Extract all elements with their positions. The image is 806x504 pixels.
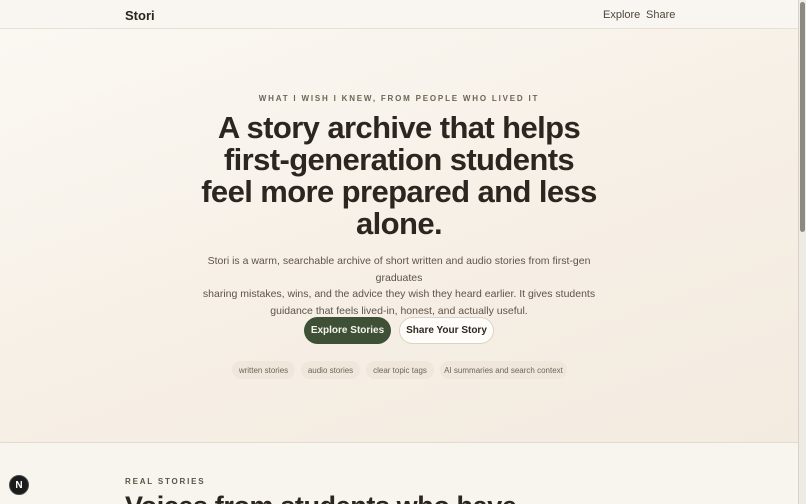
tag-ai-summaries: AI summaries and search context: [440, 361, 567, 379]
tag-written-stories: written stories: [232, 361, 295, 379]
section-title: Voices from students who have: [125, 491, 517, 504]
share-your-story-button[interactable]: Share Your Story: [399, 317, 494, 344]
tag-audio-stories: audio stories: [301, 361, 360, 379]
next-logo-icon: N: [15, 479, 23, 491]
description-line: sharing mistakes, wins, and the advice t…: [202, 288, 596, 300]
hero-description: Stori is a warm, searchable archive of s…: [192, 253, 606, 319]
page: Stori Explore Share WHAT I WISH I KNEW, …: [0, 0, 798, 504]
description-line: guidance that feels lived-in, honest, an…: [270, 304, 528, 317]
headline-line: first-generation students: [223, 142, 575, 177]
page-scrollbar[interactable]: [798, 0, 806, 504]
explore-stories-button[interactable]: Explore Stories: [304, 317, 391, 344]
section-eyebrow: REAL STORIES: [125, 477, 206, 486]
next-devtools-badge[interactable]: N: [9, 475, 29, 495]
headline-line: feel more prepared and less: [201, 174, 597, 209]
nav-link-explore[interactable]: Explore: [603, 9, 640, 21]
headline-line: A story archive that helps: [217, 110, 581, 145]
nav-link-share[interactable]: Share: [646, 9, 675, 21]
brand-logo[interactable]: Stori: [125, 8, 155, 23]
scrollbar-thumb[interactable]: [800, 2, 805, 232]
top-nav: Stori Explore Share: [0, 0, 798, 29]
description-line: Stori is a warm, searchable archive of s…: [207, 255, 591, 284]
tag-clear-topic-tags: clear topic tags: [366, 361, 434, 379]
hero-eyebrow: WHAT I WISH I KNEW, FROM PEOPLE WHO LIVE…: [258, 94, 540, 103]
headline-line: alone.: [356, 206, 443, 241]
hero-headline: A story archive that helps first-generat…: [189, 112, 609, 240]
